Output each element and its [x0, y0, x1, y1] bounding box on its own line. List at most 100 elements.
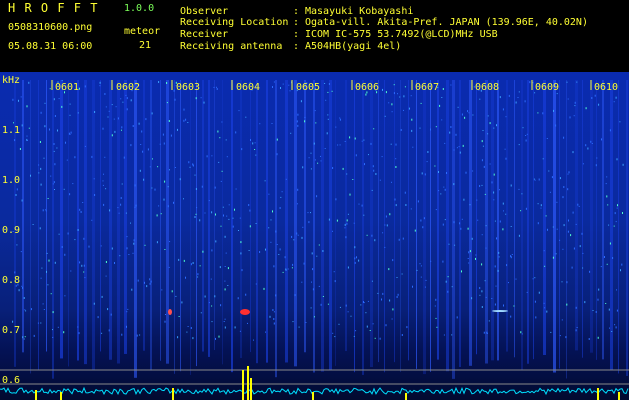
- noise-speck: [589, 270, 591, 273]
- noise-speck: [459, 222, 461, 225]
- noise-speck: [240, 252, 242, 255]
- noise-speck: [552, 226, 554, 228]
- noise-speck: [150, 280, 152, 283]
- noise-speck: [44, 102, 46, 104]
- noise-speck: [454, 244, 456, 246]
- noise-speck: [395, 204, 397, 207]
- noise-speck: [93, 178, 95, 180]
- noise-speck: [395, 158, 397, 160]
- signal-column: [335, 80, 336, 366]
- noise-speck: [279, 207, 281, 209]
- noise-speck: [99, 81, 101, 84]
- noise-speck: [168, 120, 170, 122]
- noise-speck: [32, 224, 34, 225]
- noise-speck: [123, 156, 125, 159]
- noise-speck: [612, 257, 614, 259]
- signal-column: [143, 80, 145, 351]
- noise-speck: [93, 302, 95, 305]
- noise-speck: [204, 212, 206, 214]
- noise-speck: [613, 225, 615, 227]
- noise-speck: [285, 268, 287, 271]
- noise-speck: [384, 224, 386, 226]
- noise-speck: [235, 131, 237, 134]
- noise-speck: [472, 114, 474, 116]
- noise-speck: [502, 228, 504, 231]
- noise-speck: [464, 116, 466, 119]
- noise-speck: [301, 236, 303, 239]
- noise-speck: [114, 130, 116, 133]
- noise-speck: [177, 128, 178, 131]
- noise-speck: [166, 82, 168, 84]
- noise-speck: [322, 296, 324, 297]
- noise-speck: [297, 124, 299, 127]
- noise-speck: [84, 85, 86, 88]
- receiver-label: Receiver: [180, 29, 229, 40]
- noise-speck: [24, 336, 26, 338]
- noise-speck: [50, 293, 52, 295]
- noise-speck: [77, 112, 79, 114]
- meteor-label: meteor: [124, 26, 161, 37]
- signal-column: [256, 80, 258, 364]
- noise-speck: [411, 118, 413, 121]
- noise-speck: [493, 191, 495, 194]
- noise-speck: [545, 215, 547, 217]
- noise-speck: [200, 312, 202, 314]
- noise-speck: [410, 208, 412, 210]
- noise-speck: [334, 280, 336, 283]
- noise-speck: [364, 163, 365, 166]
- noise-speck: [52, 311, 54, 314]
- noise-speck: [355, 330, 357, 332]
- noise-speck: [482, 130, 484, 131]
- time-label: 0603: [176, 82, 200, 93]
- noise-speck: [532, 278, 534, 280]
- noise-speck: [118, 212, 120, 214]
- noise-speck: [460, 227, 462, 230]
- noise-speck: [435, 209, 437, 211]
- noise-speck: [532, 82, 534, 84]
- noise-speck: [197, 273, 199, 276]
- noise-speck: [331, 90, 333, 92]
- noise-speck: [544, 265, 546, 267]
- noise-speck: [38, 164, 40, 166]
- noise-speck: [354, 261, 356, 264]
- noise-speck: [282, 271, 284, 273]
- signal-column: [533, 80, 534, 360]
- noise-speck: [156, 241, 158, 244]
- noise-speck: [37, 322, 39, 324]
- noise-speck: [201, 185, 203, 188]
- noise-speck: [105, 188, 107, 190]
- noise-speck: [158, 205, 160, 207]
- noise-speck: [102, 180, 104, 182]
- noise-speck: [346, 173, 348, 175]
- noise-speck: [496, 237, 497, 240]
- noise-speck: [574, 101, 576, 104]
- noise-speck: [465, 171, 467, 174]
- signal-column: [313, 80, 315, 373]
- noise-speck: [199, 219, 201, 222]
- header-panel: H R O F F T 1.0.0 0508310600.png 05.08.3…: [0, 0, 629, 72]
- separator: :: [293, 29, 300, 40]
- noise-speck: [487, 332, 488, 334]
- noise-speck: [371, 234, 373, 237]
- noise-speck: [578, 205, 580, 207]
- signal-column: [124, 80, 127, 354]
- noise-speck: [111, 134, 113, 137]
- noise-speck: [569, 116, 571, 119]
- noise-speck: [265, 331, 266, 333]
- signal-column: [476, 80, 477, 355]
- noise-speck: [403, 95, 405, 98]
- noise-speck: [273, 311, 275, 313]
- noise-speck: [146, 285, 148, 288]
- noise-speck: [210, 278, 212, 280]
- noise-speck: [444, 188, 446, 191]
- noise-speck: [234, 208, 235, 211]
- noise-speck: [462, 144, 464, 147]
- noise-speck: [308, 157, 310, 159]
- noise-speck: [58, 233, 60, 235]
- noise-speck: [406, 326, 408, 329]
- noise-speck: [518, 144, 520, 146]
- signal-column: [22, 80, 24, 353]
- noise-speck: [508, 94, 510, 97]
- noise-speck: [570, 234, 572, 237]
- noise-speck: [288, 84, 290, 86]
